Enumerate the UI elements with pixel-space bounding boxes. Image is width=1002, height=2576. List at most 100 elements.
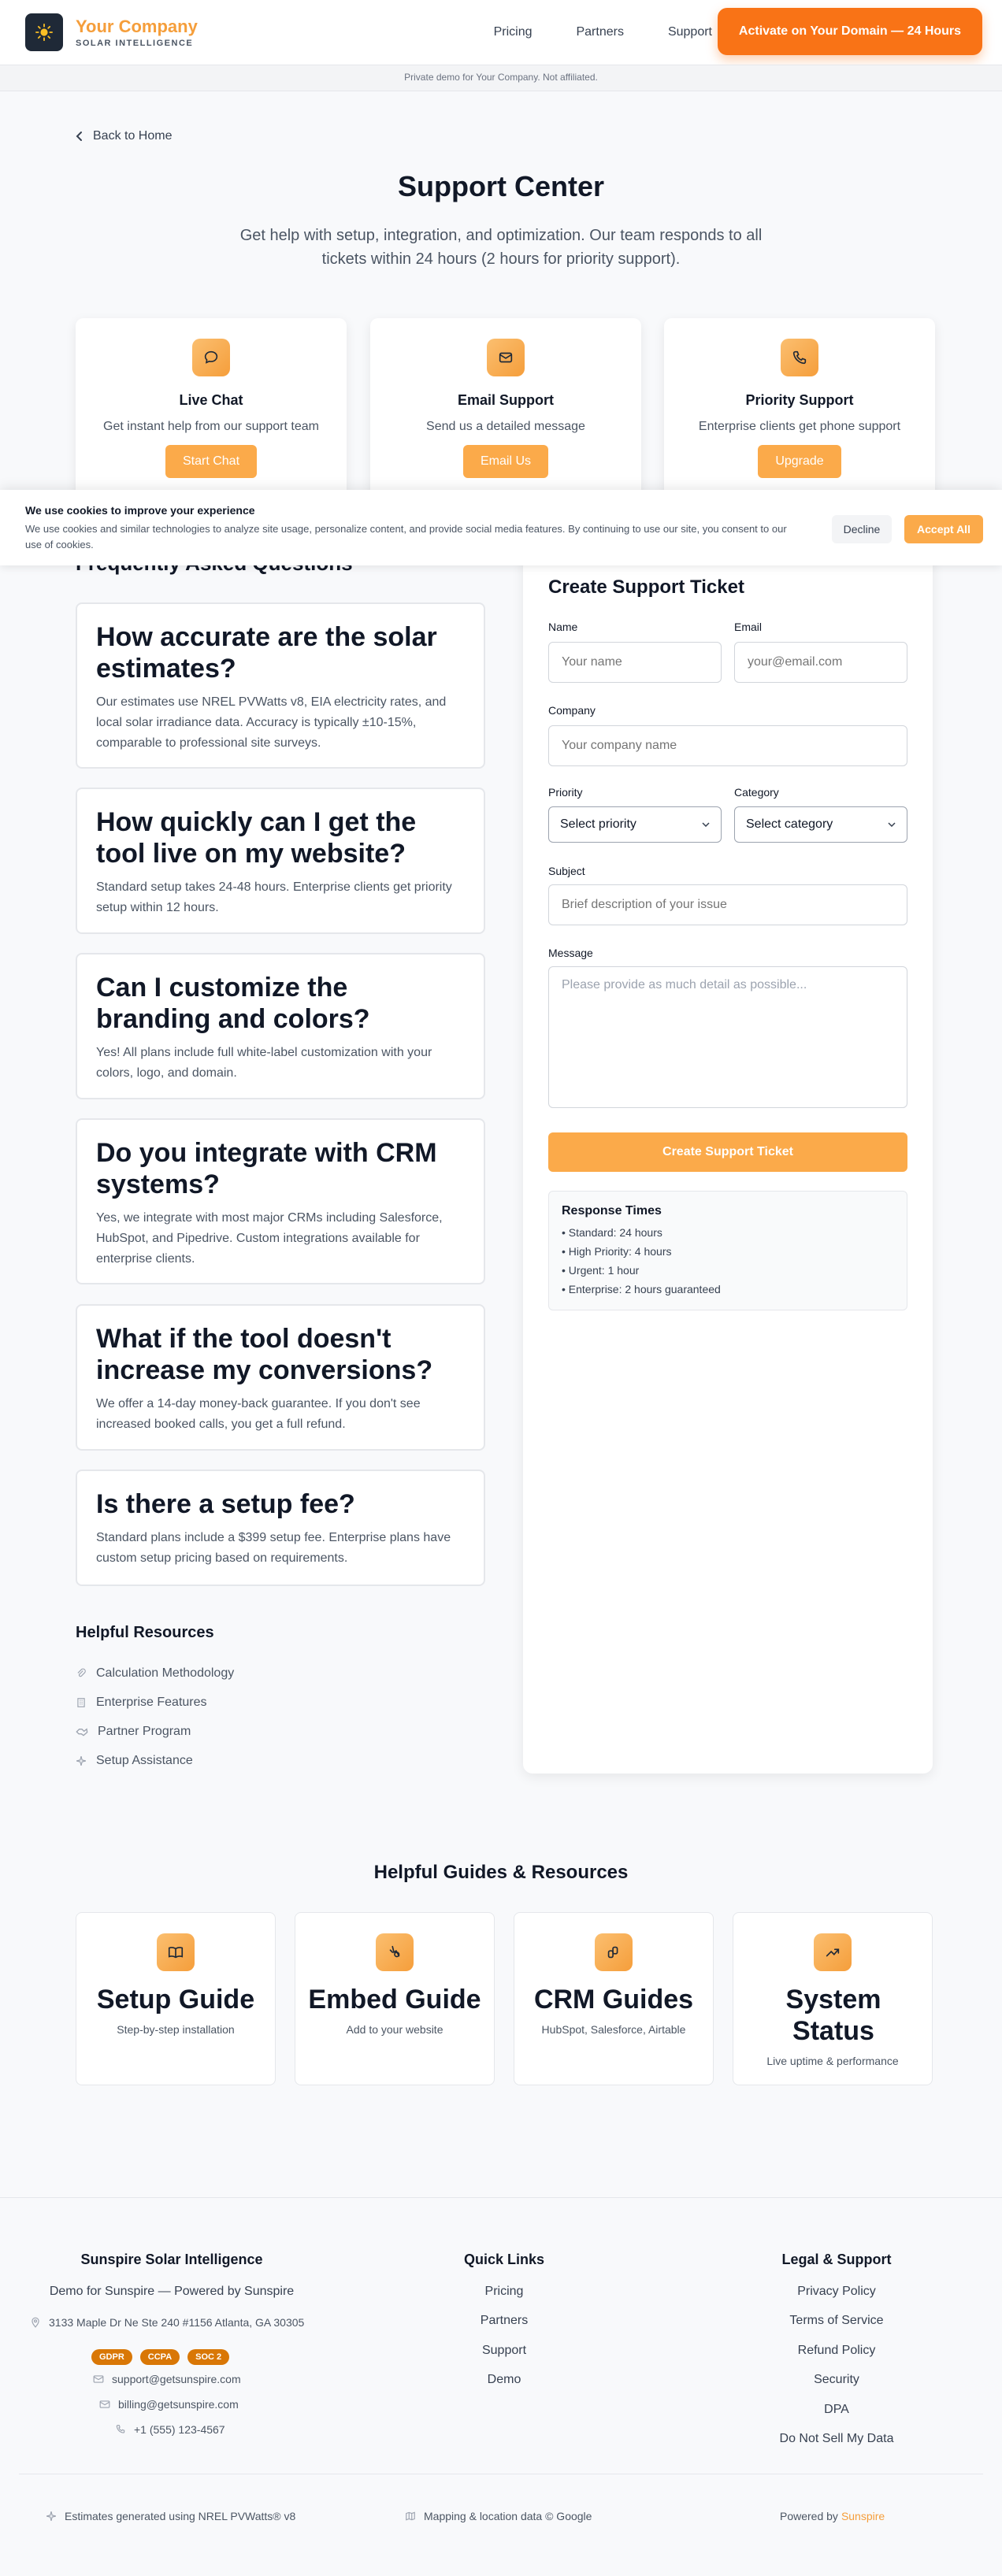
footer-link-do-not-sell[interactable]: Do Not Sell My Data	[742, 2432, 931, 2446]
footer-link-partners[interactable]: Partners	[425, 2314, 583, 2328]
nav-pricing[interactable]: Pricing	[494, 25, 533, 39]
resource-label: Setup Assistance	[96, 1754, 193, 1767]
response-times-box: Response Times • Standard: 24 hours • Hi…	[548, 1191, 907, 1310]
company-label: Company	[548, 704, 596, 717]
email-input[interactable]	[734, 642, 907, 683]
powered-by-brand[interactable]: Sunspire	[841, 2510, 885, 2522]
chevron-down-icon	[888, 822, 896, 827]
support-email: support@getsunspire.com	[112, 2373, 241, 2385]
logo[interactable]	[25, 13, 63, 51]
sun-icon	[35, 24, 53, 41]
decline-button[interactable]: Decline	[832, 515, 892, 543]
footer-link-support[interactable]: Support	[425, 2344, 583, 2358]
powered-by-prefix: Powered by	[780, 2510, 838, 2522]
create-ticket-button[interactable]: Create Support Ticket	[548, 1132, 907, 1172]
chevron-down-icon	[702, 822, 710, 827]
billing-email-link[interactable]: billing@getsunspire.com	[99, 2398, 239, 2411]
cookie-banner: We use cookies to improve your experienc…	[0, 490, 1002, 565]
message-textarea[interactable]: Please provide as much detail as possibl…	[548, 966, 907, 1108]
footer-link-refund[interactable]: Refund Policy	[742, 2344, 931, 2358]
faq-answer: Yes! All plans include full white-label …	[96, 1046, 432, 1080]
footer-link-dpa[interactable]: DPA	[742, 2403, 931, 2417]
back-label: Back to Home	[93, 129, 173, 143]
faq-answer: Our estimates use NREL PVWatts v8, EIA e…	[96, 695, 447, 750]
activate-button[interactable]: Activate on Your Domain — 24 Hours	[718, 8, 982, 55]
category-value: Select category	[746, 817, 833, 831]
faq-item[interactable]: How accurate are the solar estimates? Ou…	[76, 602, 485, 769]
guide-title: System Status	[785, 1985, 881, 2046]
email-us-button[interactable]: Email Us	[462, 445, 548, 478]
footer-link-security[interactable]: Security	[742, 2373, 931, 2387]
message-label: Message	[548, 947, 593, 959]
card-desc: Get instant help from our support team	[103, 420, 319, 433]
resource-link[interactable]: Setup Assistance	[76, 1754, 193, 1768]
card-title: Priority Support	[745, 392, 854, 408]
footer-address: 3133 Maple Dr Ne Ste 240 #1156 Atlanta, …	[30, 2316, 304, 2329]
guide-desc: Add to your website	[346, 2023, 443, 2036]
faq-question: Do you integrate with CRM systems?	[96, 1138, 437, 1199]
resource-link[interactable]: Calculation Methodology	[76, 1666, 234, 1681]
faq-item[interactable]: How quickly can I get the tool live on m…	[76, 788, 485, 934]
name-input[interactable]	[548, 642, 722, 683]
resource-label: Enterprise Features	[96, 1696, 207, 1709]
partner-icon	[76, 1728, 88, 1736]
faq-item[interactable]: Is there a setup fee? Standard plans inc…	[76, 1470, 485, 1586]
footer-company-sub: Demo for Sunspire — Powered by Sunspire	[49, 2285, 295, 2298]
address-text: 3133 Maple Dr Ne Ste 240 #1156 Atlanta, …	[49, 2316, 305, 2329]
guide-desc: Step-by-step installation	[117, 2023, 235, 2036]
resource-label: Calculation Methodology	[96, 1666, 235, 1680]
guide-desc: Live uptime & performance	[766, 2055, 899, 2067]
chevron-left-icon	[76, 132, 82, 141]
accept-all-button[interactable]: Accept All	[904, 515, 983, 543]
response-item: • Standard: 24 hours	[562, 1226, 662, 1239]
embed-icon	[376, 1933, 414, 1971]
site-header: Your Company SOLAR INTELLIGENCE Pricing …	[0, 0, 1002, 65]
faq-item[interactable]: What if the tool doesn't increase my con…	[76, 1304, 485, 1451]
google-credit-text: Mapping & location data © Google	[424, 2510, 592, 2522]
footer-link-demo[interactable]: Demo	[425, 2373, 583, 2387]
name-label: Name	[548, 621, 578, 633]
resource-label: Partner Program	[98, 1725, 191, 1738]
clip-icon	[77, 1668, 86, 1677]
resource-link[interactable]: Enterprise Features	[76, 1696, 207, 1710]
priority-select[interactable]: Select priority	[548, 806, 722, 843]
company-input[interactable]	[548, 725, 907, 766]
ccpa-badge: CCPA	[139, 2349, 180, 2365]
map-icon	[406, 2511, 415, 2521]
site-footer: Sunspire Solar Intelligence Demo for Sun…	[0, 2197, 1002, 2576]
faq-item[interactable]: Can I customize the branding and colors?…	[76, 953, 485, 1099]
soc2-badge: SOC 2	[187, 2349, 230, 2365]
upgrade-button[interactable]: Upgrade	[758, 445, 841, 478]
system-status-card[interactable]: System Status Live uptime & performance	[733, 1912, 933, 2085]
start-chat-button[interactable]: Start Chat	[165, 445, 258, 478]
support-email-link[interactable]: support@getsunspire.com	[93, 2373, 241, 2385]
faq-answer: Yes, we integrate with most major CRMs i…	[96, 1211, 443, 1266]
demo-disclaimer: Private demo for Your Company. Not affil…	[0, 65, 1002, 91]
crm-guides-card[interactable]: CRM Guides HubSpot, Salesforce, Airtable	[514, 1912, 714, 2085]
trend-icon	[814, 1933, 852, 1971]
nav-partners[interactable]: Partners	[576, 25, 623, 39]
faq-question: Is there a setup fee?	[96, 1489, 355, 1519]
priority-label: Priority	[548, 786, 583, 799]
main-nav: Pricing Partners Support	[494, 0, 712, 65]
nav-support[interactable]: Support	[668, 25, 712, 39]
footer-link-terms[interactable]: Terms of Service	[742, 2314, 931, 2328]
back-to-home-link[interactable]: Back to Home	[76, 129, 172, 143]
sparkle-icon	[76, 1756, 86, 1766]
category-select[interactable]: Select category	[734, 806, 907, 843]
embed-guide-card[interactable]: Embed Guide Add to your website	[295, 1912, 495, 2085]
faq-item[interactable]: Do you integrate with CRM systems? Yes, …	[76, 1118, 485, 1284]
brand-name[interactable]: Your Company	[76, 17, 198, 37]
phone-link[interactable]: +1 (555) 123-4567	[115, 2423, 225, 2436]
footer-link-privacy[interactable]: Privacy Policy	[742, 2285, 931, 2299]
priority-value: Select priority	[560, 817, 636, 831]
page-title: Support Center	[397, 170, 604, 202]
subject-input[interactable]	[548, 884, 907, 925]
faq-question: How accurate are the solar estimates?	[96, 622, 437, 684]
resource-link[interactable]: Partner Program	[76, 1725, 191, 1739]
quick-links-title: Quick Links	[463, 2252, 545, 2267]
pin-icon	[32, 2317, 39, 2328]
card-desc: Send us a detailed message	[426, 420, 585, 433]
footer-link-pricing[interactable]: Pricing	[425, 2285, 583, 2299]
setup-guide-card[interactable]: Setup Guide Step-by-step installation	[76, 1912, 276, 2085]
